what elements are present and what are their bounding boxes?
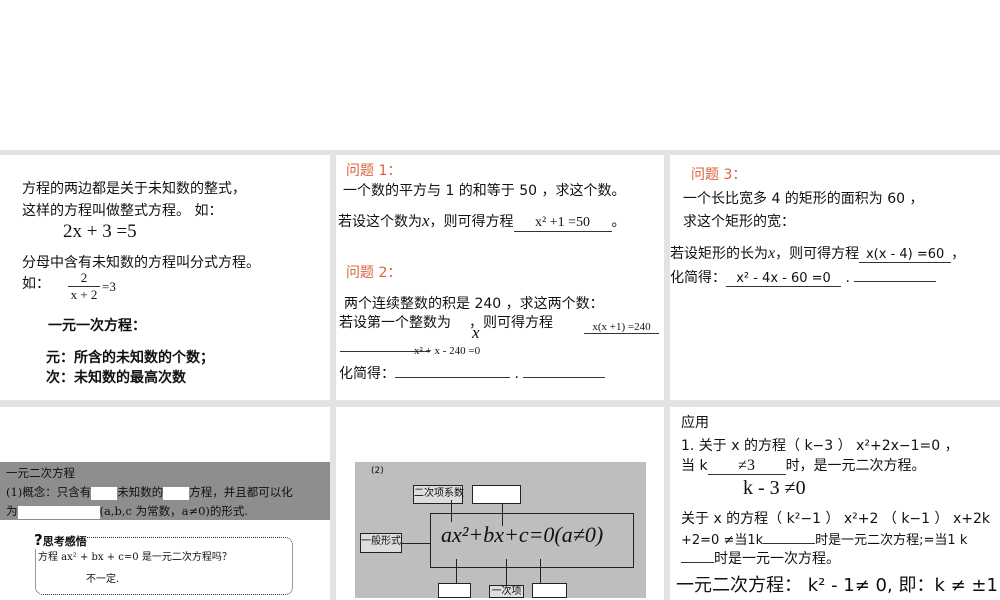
answer: x² + x - 240 =0: [414, 345, 481, 357]
label-quadratic-coefficient: 二次项系数: [413, 485, 464, 504]
text: 若设第一个整数为: [339, 315, 451, 331]
text: 为: [6, 504, 18, 518]
text: 化简得：: [670, 270, 726, 286]
text-line: 时是一元一次方程。: [681, 548, 840, 568]
text: .: [845, 270, 850, 286]
text-line: 一个数的平方与 1 的和等于 50 ，求这个数。: [343, 183, 626, 199]
variable: x: [472, 323, 480, 342]
fraction-rhs: =3: [102, 279, 116, 294]
problem-title: 问题 3：: [691, 167, 747, 183]
text-line: 两个连续整数的积是 240 ，求这两个数：: [344, 296, 604, 312]
text-line: 方程的两边都是关于未知数的整式，: [22, 181, 246, 197]
condition: k - 3 ≠0: [743, 477, 806, 499]
question: 方程 ax² + bx + c=0 是一元二次方程吗？: [38, 552, 232, 563]
slide-general-form[interactable]: (2) 二次项系数 一般形式 ax²+bx+c=0(a≠0) 一次项: [336, 407, 664, 600]
text-line: 关于 x 的方程（ k²−1 ） x²+2 （ k−1 ） x+2k: [681, 511, 991, 527]
slide-problem-3[interactable]: 问题 3： 一个长比宽多 4 的矩形的面积为 60 ， 求这个矩形的宽： 若设矩…: [670, 155, 1000, 400]
text: ，则可得方程: [775, 246, 860, 262]
concept-title: 一元二次方程: [6, 466, 75, 480]
text-line: 化简得： .: [339, 363, 606, 383]
text-line: 当 k ≠3 时，是一元二次方程。: [681, 455, 926, 475]
heading: 一元一次方程：: [48, 318, 146, 334]
text: ，则可得方程: [469, 315, 553, 331]
slide-title: 应用: [681, 415, 709, 431]
problem-title: 问题 1：: [346, 163, 402, 179]
text: 方程，并且都可以化: [189, 485, 293, 499]
concept-line: (1)概念：只含有 未知数的 方程，并且都可以化: [6, 483, 324, 502]
answer-blank: ≠3: [707, 458, 786, 475]
text-line: 若设矩形的长为x，则可得方程 x(x - 4) =60，: [670, 243, 965, 263]
text-line: 如：: [22, 276, 50, 292]
text: ，则可得方程: [429, 214, 514, 230]
text: .: [514, 366, 519, 382]
blank-box: [438, 583, 471, 598]
text: 未知数的: [117, 485, 164, 499]
text-line: 化简得： x² - 4x - 60 =0 .: [670, 267, 937, 287]
text: 。: [611, 214, 626, 230]
slide-problems-1-2[interactable]: 问题 1： 一个数的平方与 1 的和等于 50 ，求这个数。 若设这个数为x，则…: [336, 155, 664, 400]
text-line: +2=0 ≠当1k 时是一元二次方程;=当1 k: [681, 529, 967, 548]
text-line: 若设这个数为x，则可得方程 x² +1 =50。: [338, 211, 626, 232]
text: (1)概念：只含有: [6, 485, 92, 499]
divider-middle: [0, 400, 1000, 407]
diagram: (2) 二次项系数 一般形式 ax²+bx+c=0(a≠0) 一次项: [355, 462, 646, 598]
example-equation: 2x + 3 =5: [63, 221, 137, 242]
text-line: 求这个矩形的宽：: [683, 214, 795, 230]
slide-equation-types[interactable]: 方程的两边都是关于未知数的整式， 这样的方程叫做整式方程。 如： 2x + 3 …: [0, 155, 330, 400]
variable: x: [422, 211, 430, 230]
blank-box: [472, 485, 521, 504]
text: 当 k: [681, 458, 708, 474]
text: +2=0 ≠当1k: [681, 533, 764, 548]
concept-box: 一元二次方程 (1)概念：只含有 未知数的 方程，并且都可以化 为 (a,b,c 为常…: [0, 462, 330, 520]
answer-blank: x² +1 =50: [513, 215, 612, 232]
answer-blank: x(x - 4) =60: [859, 247, 952, 263]
text: 时，是一元二次方程。: [785, 458, 926, 474]
answer: 不一定.: [86, 574, 120, 585]
general-equation: ax²+bx+c=0(a≠0): [441, 522, 604, 547]
text-line: 一个长比宽多 4 的矩形的面积为 60 ，: [683, 191, 924, 207]
text-line: 这样的方程叫做整式方程。 如：: [22, 203, 223, 219]
blank-box: [532, 583, 567, 598]
problem-title: 问题 2：: [346, 265, 402, 281]
text: 时是一元二次方程;=当1 k: [815, 533, 968, 548]
text-line: 分母中含有未知数的方程叫分式方程。: [22, 255, 260, 271]
conclusion: 一元二次方程： k² - 1≠ 0, 即：k ≠ ±1: [676, 575, 998, 596]
fraction-numerator: 2: [80, 270, 88, 285]
answer-blank: x² - 4x - 60 =0: [726, 271, 841, 287]
text: 化简得：: [339, 366, 395, 382]
text: 若设这个数为: [338, 214, 422, 230]
label-general-form: 一般形式: [360, 533, 402, 553]
text-line: 若设第一个整数为 ，则可得方程: [339, 312, 553, 332]
diagram-label: (2): [371, 466, 384, 476]
label-linear-term: 一次项: [489, 585, 524, 598]
fraction-denominator: x + 2: [68, 286, 100, 303]
text: 若设矩形的长为: [670, 246, 768, 262]
slide-quadratic-concept[interactable]: 一元二次方程 (1)概念：只含有 未知数的 方程，并且都可以化 为 (a,b,c 为常…: [0, 407, 330, 600]
answer-blank: x(x +1) =240: [584, 321, 659, 334]
text: 思考感悟: [42, 535, 87, 548]
concept-line: 为 (a,b,c 为常数，a≠0)的形式.: [6, 502, 324, 521]
text: 时是一元一次方程。: [714, 551, 840, 567]
slide-application[interactable]: 应用 1. 关于 x 的方程（ k−3 ） x²+2x−1=0 ， 当 k ≠3 时…: [670, 407, 1000, 600]
text-line: 元：所含的未知数的个数；: [46, 350, 214, 366]
text-line: 1. 关于 x 的方程（ k−3 ） x²+2x−1=0 ，: [681, 438, 959, 454]
think-title: ?思考感悟: [34, 531, 87, 549]
text-line: 次：未知数的最高次数: [46, 370, 186, 386]
text: (a,b,c 为常数，a≠0)的形式.: [99, 504, 249, 518]
fraction: 2 x + 2: [68, 270, 100, 303]
text: ，: [951, 246, 966, 262]
